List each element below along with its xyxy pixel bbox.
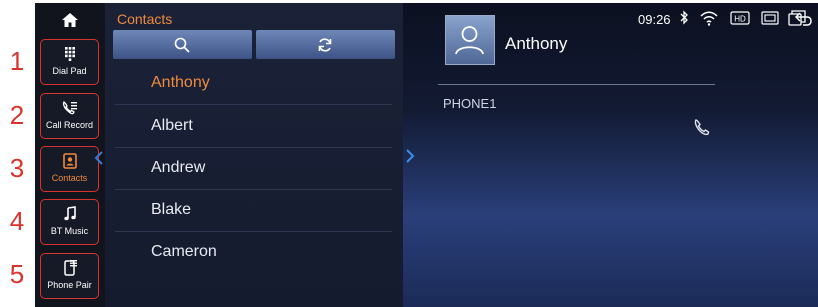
collapse-left-icon[interactable] (94, 151, 104, 165)
dial-pad-button[interactable]: Dial Pad (40, 39, 99, 85)
contacts-panel: Contacts Anthony Albert Andrew Blake Cam… (94, 3, 403, 307)
detail-contact-name: Anthony (505, 34, 568, 53)
contact-row[interactable]: Blake (115, 190, 392, 232)
head-unit-screen: Dial Pad Call Record Contacts BT Music P… (35, 3, 818, 307)
contact-row[interactable]: Albert (115, 106, 392, 148)
dial-pad-label: Dial Pad (52, 66, 87, 76)
sync-button[interactable] (256, 30, 395, 59)
contacts-title: Contacts (117, 11, 173, 27)
call-handset-icon[interactable] (693, 117, 711, 137)
wifi-icon (700, 11, 718, 26)
phone-pair-label: Phone Pair (47, 280, 92, 290)
step-number-4: 4 (9, 206, 25, 236)
call-record-icon (62, 100, 77, 115)
bt-music-label: BT Music (50, 226, 89, 236)
contact-name: Andrew (151, 159, 206, 176)
step-number-2: 2 (9, 100, 25, 130)
step-number-3: 3 (9, 153, 25, 183)
step-number-5: 5 (9, 259, 25, 289)
call-record-label: Call Record (45, 120, 94, 130)
contact-name: Blake (151, 201, 192, 218)
sync-icon (318, 38, 332, 52)
contact-name: Albert (151, 117, 193, 134)
contact-detail-panel: Anthony PHONE1 09:26 HD (403, 3, 818, 307)
contact-row[interactable]: Cameron (115, 232, 392, 274)
phone-pair-icon (63, 260, 77, 276)
dial-pad-icon (64, 47, 75, 61)
hd-icon: HD (730, 11, 750, 25)
screen-cast-icon (761, 11, 779, 25)
bluetooth-icon (680, 10, 688, 25)
contacts-icon (62, 153, 77, 169)
contact-name: Cameron (151, 243, 217, 260)
call-record-button[interactable]: Call Record (40, 93, 99, 139)
contact-row[interactable]: Anthony (115, 63, 392, 105)
avatar (445, 15, 495, 65)
svg-text:HD: HD (734, 15, 746, 24)
bt-music-button[interactable]: BT Music (40, 199, 99, 245)
search-icon (174, 37, 190, 53)
contact-name: Anthony (151, 74, 210, 91)
person-icon (455, 26, 484, 55)
divider (438, 84, 715, 85)
music-note-icon (63, 206, 76, 221)
contacts-label: Contacts (51, 173, 88, 183)
phone-label: PHONE1 (443, 96, 497, 111)
search-button[interactable] (113, 30, 252, 59)
back-icon[interactable] (794, 9, 814, 27)
contact-row[interactable]: Andrew (115, 148, 392, 190)
clock: 09:26 (638, 12, 671, 27)
phone-pair-button[interactable]: Phone Pair (40, 253, 99, 299)
home-icon[interactable] (61, 11, 79, 29)
contacts-button[interactable]: Contacts (40, 146, 99, 192)
expand-right-icon[interactable] (405, 149, 415, 163)
step-number-1: 1 (9, 46, 25, 76)
